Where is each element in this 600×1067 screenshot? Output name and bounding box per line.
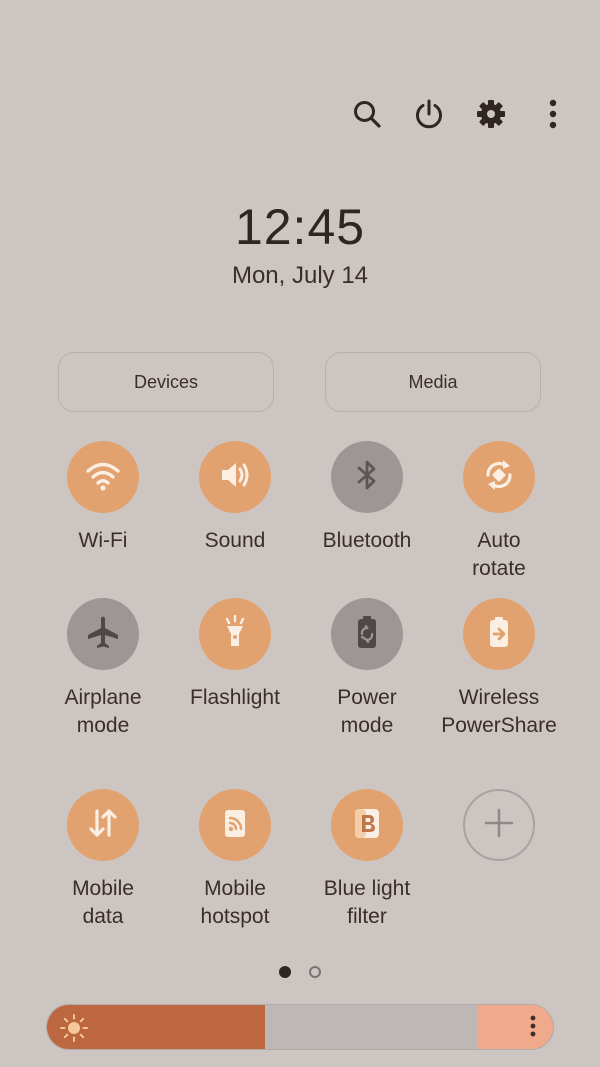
auto-rotate-icon [479, 455, 519, 500]
tile-label: Wi-Fi [78, 529, 128, 552]
sun-icon [59, 1013, 89, 1043]
more-vert-icon [529, 1014, 537, 1043]
wifi-toggle[interactable] [67, 441, 139, 513]
flashlight-toggle[interactable] [199, 598, 271, 670]
tile-mobile-data: Mobile data [38, 789, 168, 931]
tile-label: Sound [204, 529, 266, 552]
media-label: Media [408, 371, 458, 392]
power-icon[interactable] [412, 92, 446, 136]
gear-icon[interactable] [474, 92, 508, 136]
tile-sound: Sound [170, 441, 300, 555]
airplane-icon [83, 612, 123, 657]
tile-label: Wireless PowerShare [441, 686, 557, 737]
tile-label: Power mode [337, 686, 397, 737]
tile-wireless-powershare: Wireless PowerShare [434, 598, 564, 740]
mobile-data-toggle[interactable] [67, 789, 139, 861]
tile-label: Mobile hotspot [200, 877, 270, 928]
wireless-powershare-icon [479, 612, 519, 657]
page-indicator [0, 966, 600, 978]
tile-wifi: Wi-Fi [38, 441, 168, 555]
power-mode-toggle[interactable] [331, 598, 403, 670]
top-action-bar [350, 92, 570, 136]
tile-label: Mobile data [72, 877, 134, 928]
blue-light-filter-icon [347, 803, 387, 848]
blue-light-filter-toggle[interactable] [331, 789, 403, 861]
power-mode-icon [347, 612, 387, 657]
clock-time: 12:45 [234, 199, 366, 255]
tile-airplane: Airplane mode [38, 598, 168, 740]
brightness-more-button[interactable] [523, 1011, 543, 1045]
tile-mobile-hotspot: Mobile hotspot [170, 789, 300, 931]
sound-icon [215, 455, 255, 500]
flashlight-icon [215, 612, 255, 657]
bluetooth-toggle[interactable] [331, 441, 403, 513]
wireless-powershare-toggle[interactable] [463, 598, 535, 670]
search-icon[interactable] [350, 92, 384, 136]
devices-label: Devices [133, 371, 199, 392]
tile-flashlight: Flashlight [170, 598, 300, 712]
mobile-hotspot-toggle[interactable] [199, 789, 271, 861]
bluetooth-icon [347, 455, 387, 500]
media-button[interactable]: Media [325, 352, 541, 412]
page-dot-2[interactable] [309, 966, 321, 978]
hotspot-icon [215, 803, 255, 848]
tile-auto-rotate: Auto rotate [434, 441, 564, 583]
brightness-slider[interactable] [46, 1004, 554, 1050]
tile-blue-light-filter: Blue light filter [302, 789, 432, 931]
more-vert-icon[interactable] [536, 92, 570, 136]
devices-button[interactable]: Devices [58, 352, 274, 412]
auto-rotate-toggle[interactable] [463, 441, 535, 513]
tile-label: Blue light filter [323, 877, 411, 928]
page-dot-1[interactable] [279, 966, 291, 978]
tile-label: Auto rotate [472, 529, 526, 580]
tile-label: Airplane mode [64, 686, 142, 737]
sound-toggle[interactable] [199, 441, 271, 513]
airplane-toggle[interactable] [67, 598, 139, 670]
tile-label: Bluetooth [322, 529, 412, 552]
add-tile-button[interactable] [463, 789, 535, 861]
tile-add [434, 789, 564, 875]
tile-power-mode: Power mode [302, 598, 432, 740]
clock-date: Mon, July 14 [231, 262, 369, 289]
tile-bluetooth: Bluetooth [302, 441, 432, 555]
tile-label: Flashlight [190, 686, 280, 709]
add-icon [481, 805, 517, 846]
mobile-data-icon [83, 803, 123, 848]
wifi-icon [83, 455, 123, 500]
